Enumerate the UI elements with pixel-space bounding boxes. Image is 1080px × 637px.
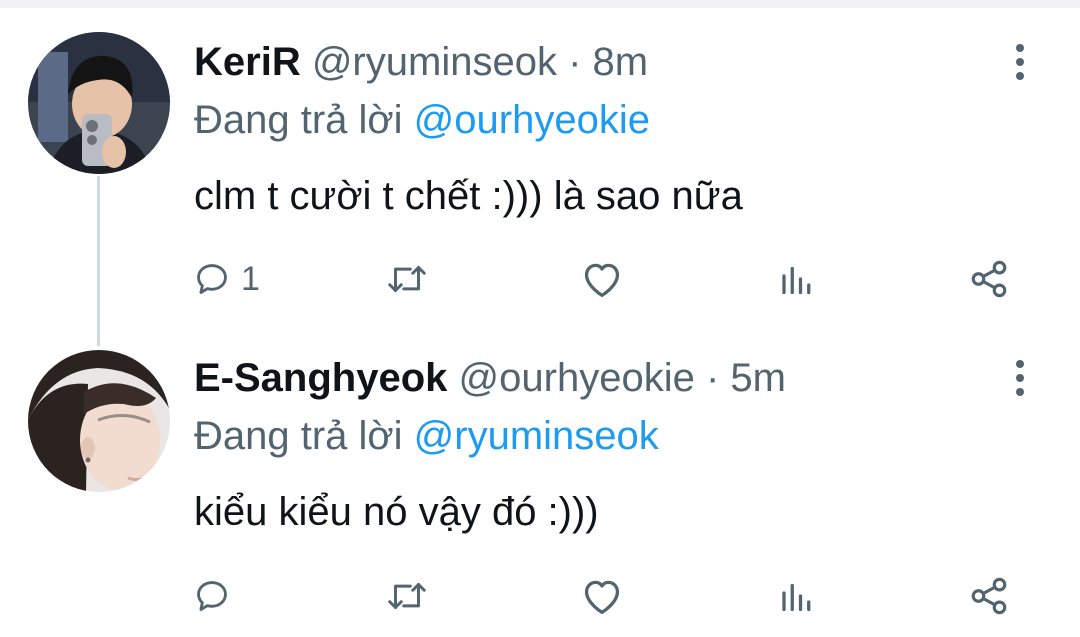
tweet-header: KeriR @ryuminseok · 8m (194, 38, 648, 86)
tweet-actions: 1 (0, 254, 1080, 304)
like-icon (584, 263, 620, 297)
avatar[interactable] (28, 350, 170, 492)
like-button[interactable] (580, 254, 624, 304)
avatar[interactable] (28, 32, 170, 174)
display-name[interactable]: E-Sanghyeok (194, 356, 447, 400)
analytics-icon (782, 583, 811, 612)
user-handle[interactable]: @ryuminseok (312, 40, 557, 84)
reply-button[interactable] (193, 571, 241, 621)
analytics-button[interactable] (778, 254, 814, 304)
timestamp[interactable]: 5m (730, 356, 786, 400)
tweet-keri[interactable]: KeriR @ryuminseok · 8m Đang trả lời @our… (0, 0, 1080, 320)
tweet-text: kiểu kiểu nó vậy đó :))) (194, 490, 599, 534)
share-button[interactable] (968, 254, 1010, 304)
replying-to: Đang trả lời @ourhyeokie (194, 96, 650, 144)
analytics-icon (782, 266, 811, 295)
separator-dot: · (568, 40, 582, 84)
reply-icon (197, 264, 227, 294)
reply-button[interactable]: 1 (193, 254, 260, 304)
replying-to-mention[interactable]: @ourhyeokie (414, 98, 650, 142)
retweet-icon (388, 266, 426, 292)
separator-dot: · (705, 356, 720, 400)
more-icon[interactable] (1004, 38, 1036, 86)
retweet-button[interactable] (384, 571, 430, 621)
tweet-actions (0, 571, 1080, 621)
share-button[interactable] (968, 571, 1010, 621)
replying-to-mention[interactable]: @ryuminseok (414, 414, 659, 458)
retweet-icon (388, 583, 426, 609)
retweet-button[interactable] (384, 254, 430, 304)
analytics-button[interactable] (778, 571, 814, 621)
user-handle[interactable]: @ourhyeokie (459, 356, 695, 400)
tweet-esanghyeok[interactable]: E-Sanghyeok @ourhyeokie · 5m Đang trả lờ… (0, 320, 1080, 637)
like-icon (584, 580, 620, 614)
tweet-header: E-Sanghyeok @ourhyeokie · 5m (194, 354, 786, 402)
more-icon[interactable] (1004, 354, 1036, 402)
share-icon (971, 577, 1007, 615)
reply-count: 1 (241, 259, 260, 298)
share-icon (971, 260, 1007, 298)
replying-to: Đang trả lời @ryuminseok (194, 412, 659, 460)
timestamp[interactable]: 8m (593, 40, 649, 84)
like-button[interactable] (580, 571, 624, 621)
replying-to-label: Đang trả lời (194, 98, 403, 142)
tweet-text: clm t cười t chết :))) là sao nữa (194, 174, 743, 218)
display-name[interactable]: KeriR (194, 40, 301, 84)
reply-icon (197, 581, 227, 611)
replying-to-label: Đang trả lời (194, 414, 403, 458)
